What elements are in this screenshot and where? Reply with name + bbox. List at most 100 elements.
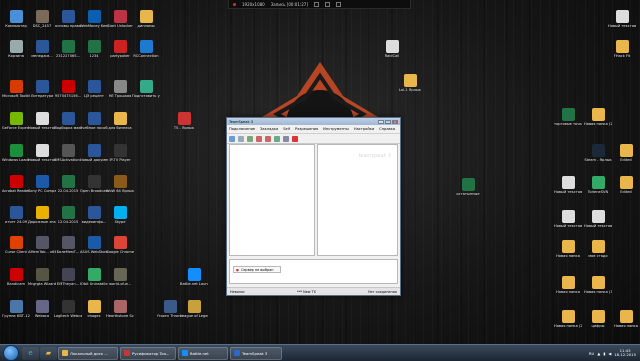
desktop-icon[interactable]: Microsoft Toolkit 2.4... — [2, 80, 30, 98]
desktop-icon[interactable]: 22.04.2015 — [54, 175, 82, 193]
desktop-icon[interactable]: БолеМемТ... — [54, 236, 82, 254]
desktop-icon[interactable]: остатынные — [454, 178, 482, 196]
desktop-icon[interactable]: Дорожные знаки — [28, 206, 56, 224]
record-icon[interactable] — [292, 135, 298, 142]
desktop-icon[interactable]: Новый текстовый... — [554, 176, 582, 194]
chat-tab-server[interactable]: ● Сервер не выбран — [233, 266, 281, 273]
desktop-icon[interactable]: 23122706S... — [54, 40, 82, 58]
language-indicator[interactable]: RU — [589, 351, 594, 356]
desktop-icon[interactable]: IP-TV Player — [106, 144, 134, 162]
chat-icon[interactable] — [274, 135, 280, 142]
menu-help[interactable]: Справка — [379, 127, 395, 131]
desktop-icon[interactable]: Steam - Ярлык — [584, 144, 612, 162]
desktop-icon[interactable]: Bandicam — [2, 268, 30, 286]
mute-speakers-icon[interactable] — [265, 135, 271, 142]
start-button[interactable] — [3, 345, 19, 361]
desktop-icon[interactable]: Учебное пособие... — [80, 112, 108, 130]
desktop-icon[interactable]: League of Legends — [180, 300, 208, 318]
desktop-icon[interactable]: Battle.net Launcher — [180, 268, 208, 286]
camera-icon[interactable] — [335, 1, 341, 7]
desktop-icon[interactable]: для бизнеса — [106, 112, 134, 130]
desktop-icon[interactable]: AMemTab... x64 — [28, 236, 56, 254]
task-russifier[interactable]: Русификатор Too... — [120, 346, 176, 360]
desktop-icon[interactable]: Группа КВТ-12 — [2, 300, 30, 318]
desktop-icon[interactable]: 9575475156... — [54, 80, 82, 98]
maximize-button[interactable]: □ — [385, 119, 391, 124]
desktop-icon[interactable]: Mcgrgta Wizard Man — [28, 268, 56, 286]
desktop-icon[interactable]: IObit Uninstaller — [80, 268, 108, 286]
menu-bookmarks[interactable]: Закладки — [260, 127, 278, 131]
desktop-icon[interactable]: Start Unlocker — [106, 10, 134, 28]
desktop-icon[interactable]: отчет 24.09 — [2, 206, 30, 224]
server-tree[interactable] — [229, 144, 315, 256]
desktop-icon[interactable]: SMSActivation... — [54, 144, 82, 162]
minimize-button[interactable]: – — [378, 119, 384, 124]
menu-tools[interactable]: Инструменты — [323, 127, 349, 131]
menu-connections[interactable]: Подключение — [229, 127, 255, 131]
desktop-icon[interactable]: Подборка макета — [54, 112, 82, 130]
desktop-icon[interactable]: Google Chrome — [106, 236, 134, 254]
desktop-icon[interactable]: Logitech Webcam... — [54, 300, 82, 318]
desktop-icon[interactable]: Acrobat Reader DC — [2, 175, 30, 193]
desktop-icon[interactable]: WoW 64 Ярлык — [106, 175, 134, 193]
desktop-icon[interactable]: Новая папка (3) — [584, 276, 612, 294]
desktop-icon[interactable]: TS - Ярлык — [170, 112, 198, 130]
desktop-icon[interactable]: Новый текстовый... — [554, 210, 582, 228]
desktop-icon[interactable]: Новый текстовый... — [584, 210, 612, 228]
desktop-icon[interactable]: 1234 — [80, 40, 108, 58]
desktop-icon[interactable]: WebMoney Keeper W... — [80, 10, 108, 28]
desktop-icon[interactable]: дипломы — [132, 10, 160, 28]
desktop-icon[interactable]: Новый текстовый... — [28, 144, 56, 162]
desktop-icon[interactable]: partypoker — [106, 40, 134, 58]
desktop-icon[interactable]: Новая папка — [554, 240, 582, 258]
desktop-icon[interactable]: imagez — [80, 300, 108, 318]
desktop-icon[interactable]: FHack Fit — [608, 40, 636, 58]
task-battlenet[interactable]: Battle.net — [178, 346, 228, 360]
desktop-icon[interactable]: Подготовить установку ... — [132, 80, 160, 98]
task-explorer[interactable]: Локальный диск ... — [58, 346, 118, 360]
desktop-icon[interactable]: менеджм... — [28, 40, 56, 58]
desktop-icon[interactable]: Новая папка (2) — [554, 310, 582, 328]
status-news[interactable]: *** New TS — [297, 290, 316, 294]
desktop-icon[interactable]: Lol-1 Ярлык — [396, 74, 424, 92]
volume-icon[interactable]: ◀ — [608, 351, 611, 356]
desktop-icon[interactable]: мое стадо — [584, 240, 612, 258]
desktop-icon[interactable]: GeForce Experience — [2, 112, 30, 130]
desktop-icon[interactable]: Webaca — [28, 300, 56, 318]
desktop-icon[interactable]: Новый документ... — [80, 144, 108, 162]
network-icon[interactable]: ▮ — [603, 351, 605, 356]
menu-settings[interactable]: Настройки — [354, 127, 374, 131]
desktop-icon[interactable]: Корзина — [2, 40, 30, 58]
pause-icon[interactable] — [313, 1, 319, 7]
tray-arrow-icon[interactable]: ▲ — [597, 351, 600, 356]
desktop-icon[interactable]: основы права — [54, 10, 82, 28]
desktop-icon[interactable]: НЕ Трошкая — [106, 80, 134, 98]
contacts-icon[interactable] — [283, 135, 289, 142]
desktop-icon[interactable]: Edited — [612, 176, 640, 194]
desktop-icon[interactable]: ЦЭ рецепт — [80, 80, 108, 98]
desktop-icon[interactable]: Sony PC Compani... — [28, 175, 56, 193]
desktop-icon[interactable]: world-of-w... — [106, 268, 134, 286]
desktop-icon[interactable]: видеоинфо... — [80, 206, 108, 224]
desktop-icon[interactable]: ASUS WebStorage — [80, 236, 108, 254]
desktop-icon[interactable]: Новая папка (2) — [584, 108, 612, 126]
clock[interactable]: 11:43 18.12.2015 — [614, 348, 636, 358]
disconnect-icon[interactable] — [238, 135, 244, 142]
teamspeak-window[interactable]: TeamSpeak 3 – □ × Подключение Закладки S… — [226, 117, 401, 296]
stop-icon[interactable] — [324, 1, 330, 7]
desktop-icon[interactable]: Edited — [612, 144, 640, 162]
desktop-icon[interactable]: Новый текстовый... — [28, 112, 56, 130]
desktop-icon[interactable]: Новая папка — [554, 276, 582, 294]
desktop-icon[interactable]: торговые точки по всем точкам — [554, 108, 582, 126]
connect-icon[interactable] — [229, 135, 235, 142]
ie-pin-icon[interactable]: e — [22, 346, 39, 360]
desktop-icon[interactable]: RCConnection — [132, 40, 160, 58]
mute-mic-icon[interactable] — [256, 135, 262, 142]
desktop-icon[interactable]: 12.04.2015 — [54, 206, 82, 224]
desktop-icon[interactable]: TorleneSVN — [584, 176, 612, 194]
desktop-icon[interactable]: Skype — [106, 206, 134, 224]
desktop-icon[interactable]: Компьютер — [2, 10, 30, 28]
desktop-icon[interactable]: Curse Client — [2, 236, 30, 254]
desktop-icon[interactable]: EMTheyan... — [54, 268, 82, 286]
away-icon[interactable] — [247, 135, 253, 142]
